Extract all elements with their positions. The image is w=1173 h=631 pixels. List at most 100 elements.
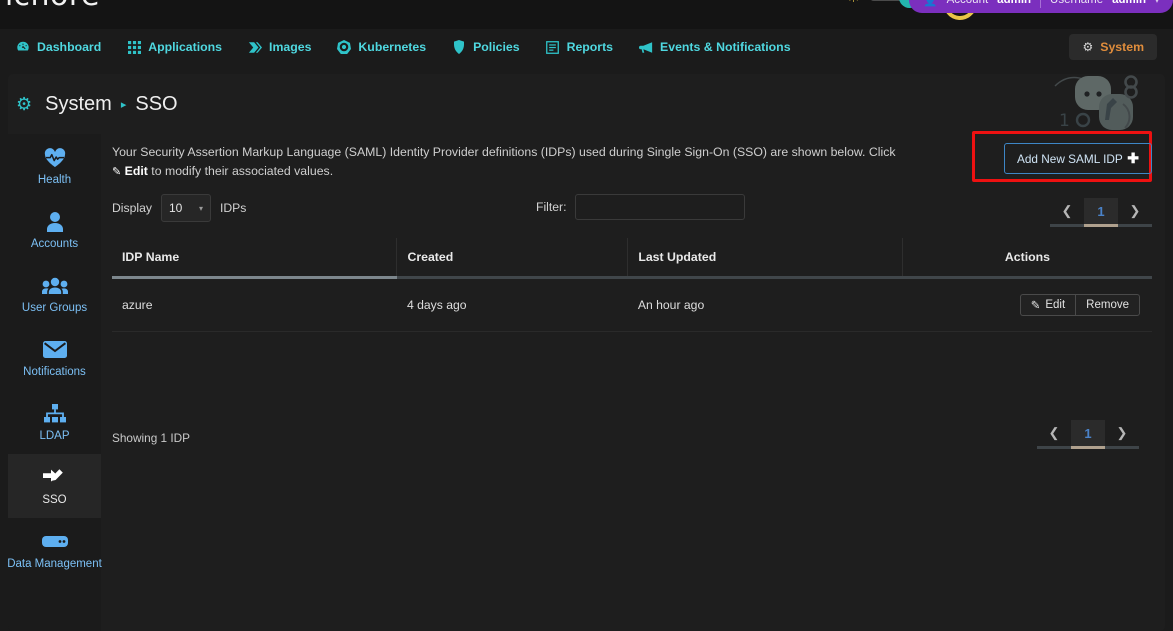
nav-label: Policies (473, 40, 519, 54)
cell-created: 4 days ago (397, 278, 628, 332)
edit-pencil-icon: ✎ (1031, 298, 1041, 312)
gear-icon: ⚙ (16, 94, 32, 115)
brand-logo[interactable]: nchore (0, 0, 100, 13)
nav-item-policies[interactable]: Policies (442, 40, 529, 54)
page-title: SSO (135, 93, 177, 116)
sidebar-item-ldap[interactable]: LDAP (8, 390, 101, 454)
chevron-down-icon[interactable]: ▾ (1155, 0, 1159, 5)
nav-item-events-notifications[interactable]: Events & Notifications (629, 40, 801, 54)
add-idp-highlight-box: Add New SAML IDP ✚ (972, 131, 1152, 182)
column-header-actions: Actions (902, 238, 1152, 278)
pagination-page-1-button[interactable]: 1 (1071, 420, 1105, 449)
sidebar-item-health[interactable]: Health (8, 134, 101, 198)
sidebar-item-user-groups[interactable]: User Groups (8, 262, 101, 326)
pagination-bottom: ❮ 1 ❯ (1037, 420, 1139, 449)
megaphone-icon (639, 40, 653, 54)
users-icon (42, 275, 68, 297)
page-header: ⚙ System ▸ SSO 1 (8, 74, 1165, 134)
sidebar-item-accounts[interactable]: Accounts (8, 198, 101, 262)
tag-icon (248, 40, 262, 54)
account-value: admin (997, 0, 1031, 6)
display-count-group: Display 10 ▾ IDPs (112, 194, 246, 222)
page-size-value: 10 (169, 201, 182, 215)
pagination-next-button[interactable]: ❯ (1118, 198, 1152, 227)
filter-group: Filter: (536, 194, 745, 220)
pagination-prev-button[interactable]: ❮ (1050, 198, 1084, 227)
sidebar-item-label: Health (38, 174, 71, 186)
sidebar-item-data-management[interactable]: Data Management (8, 518, 101, 582)
column-header-created[interactable]: Created (397, 238, 628, 278)
nav-item-applications[interactable]: Applications (117, 40, 232, 54)
edit-idp-button[interactable]: ✎ Edit (1020, 294, 1075, 316)
pagination-next-button[interactable]: ❯ (1105, 420, 1139, 449)
table-header-row: IDP Name Created Last Updated Actions (112, 238, 1152, 278)
cell-last-updated: An hour ago (628, 278, 903, 332)
description-edit-link[interactable]: Edit (125, 164, 148, 178)
cell-actions: ✎ Edit Remove (902, 278, 1152, 332)
sidebar-item-label: Accounts (31, 238, 78, 250)
breadcrumb: System ▸ SSO (45, 93, 177, 116)
pagination-top: ❮ 1 ❯ (1050, 198, 1152, 227)
sidebar-item-label: LDAP (39, 430, 69, 442)
add-idp-label: Add New SAML IDP (1017, 152, 1123, 166)
heartbeat-icon (44, 147, 66, 169)
nav-item-images[interactable]: Images (238, 40, 321, 54)
account-menu[interactable]: 👤 Account admin Username admin ▾ (909, 0, 1173, 13)
description-part2: to modify their associated values. (151, 164, 333, 178)
system-button[interactable]: ⚙ System (1069, 34, 1157, 60)
svg-text:1: 1 (1059, 111, 1070, 131)
table-toolbar: Display 10 ▾ IDPs Filter: ❮ 1 ❯ (112, 194, 1152, 232)
remove-button-label: Remove (1086, 299, 1129, 311)
page-size-select[interactable]: 10 ▾ (161, 194, 211, 222)
column-header-last-updated[interactable]: Last Updated (628, 238, 903, 278)
nav-label: Dashboard (37, 40, 101, 54)
kubernetes-icon (337, 40, 351, 54)
dashboard-icon (16, 40, 30, 54)
row-action-buttons: ✎ Edit Remove (1020, 294, 1140, 316)
sun-icon: ☀ (847, 0, 860, 5)
account-label: Account (947, 0, 989, 6)
display-label: Display (112, 201, 152, 215)
nav-label: Reports (567, 40, 613, 54)
username-value: admin (1112, 0, 1146, 6)
nav-item-dashboard[interactable]: Dashboard (6, 40, 111, 54)
chevron-right-icon: ▸ (121, 98, 127, 111)
display-suffix-label: IDPs (220, 201, 246, 215)
plus-icon: ✚ (1127, 150, 1139, 167)
main-navigation: Dashboard Applications Images Kubernetes… (0, 29, 1173, 65)
sidebar-item-label: Notifications (23, 366, 86, 378)
sso-description: Your Security Assertion Markup Language … (112, 143, 902, 181)
nav-label: Kubernetes (358, 40, 426, 54)
sidebar-item-label: Data Management (8, 558, 102, 570)
report-icon (546, 40, 560, 54)
table-footer: Showing 1 IDP ❮ 1 ❯ (112, 420, 1152, 460)
column-header-idp-name[interactable]: IDP Name (112, 238, 397, 278)
sidebar-item-notifications[interactable]: Notifications (8, 326, 101, 390)
sidebar-item-label: SSO (42, 494, 66, 506)
remove-idp-button[interactable]: Remove (1075, 294, 1140, 316)
account-divider (1040, 0, 1041, 8)
brand-bar: nchore ☀ 🌙 👤 Account admin Username admi… (0, 0, 1173, 29)
shield-icon (452, 40, 466, 54)
sidebar-item-sso[interactable]: SSO (8, 454, 101, 518)
pagination-prev-button[interactable]: ❮ (1037, 420, 1071, 449)
nav-label: Applications (148, 40, 222, 54)
sign-in-edit-icon (43, 467, 66, 489)
sidebar-item-label: User Groups (22, 302, 87, 314)
nav-item-reports[interactable]: Reports (536, 40, 623, 54)
nav-item-kubernetes[interactable]: Kubernetes (327, 40, 436, 54)
edit-button-label: Edit (1045, 299, 1065, 311)
settings-sidebar: Health Accounts User Groups Notification… (8, 134, 101, 631)
cell-idp-name: azure (112, 278, 397, 332)
username-label: Username (1050, 0, 1103, 6)
nav-label: Images (269, 40, 311, 54)
gear-icon: ⚙ (1082, 40, 1093, 54)
pagination-page-1-button[interactable]: 1 (1084, 198, 1118, 227)
sso-content: Your Security Assertion Markup Language … (101, 134, 1165, 631)
page-panel: ⚙ System ▸ SSO 1 (8, 74, 1165, 631)
user-icon (45, 211, 65, 233)
add-new-saml-idp-button[interactable]: Add New SAML IDP ✚ (1004, 143, 1152, 174)
breadcrumb-root[interactable]: System (45, 93, 112, 116)
showing-count-label: Showing 1 IDP (112, 431, 190, 445)
filter-input[interactable] (575, 194, 745, 220)
